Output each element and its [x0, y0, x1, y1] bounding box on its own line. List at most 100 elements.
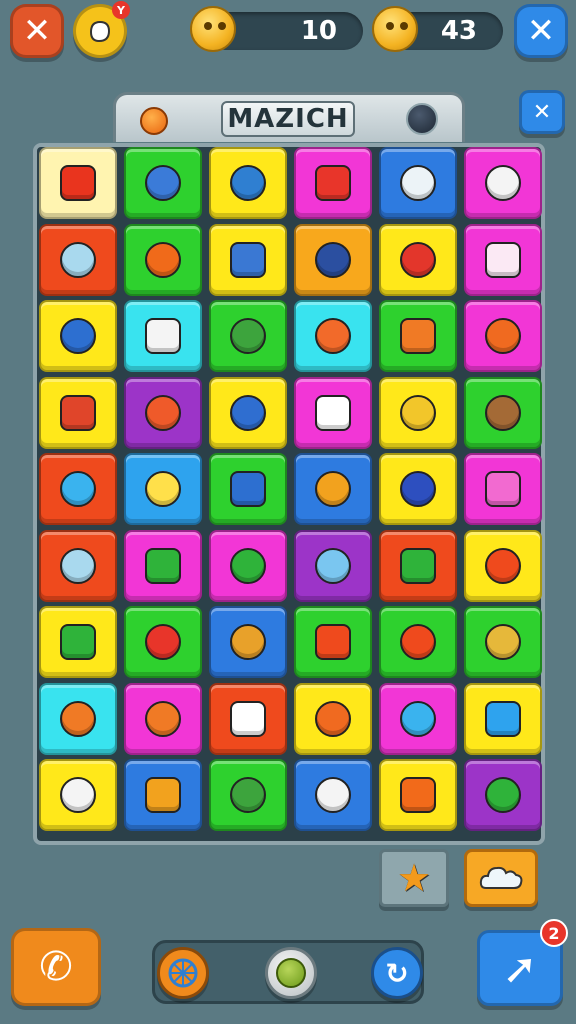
gem-icon [400, 624, 436, 660]
tile[interactable] [464, 223, 542, 296]
tile[interactable] [379, 376, 457, 449]
tile[interactable] [39, 606, 117, 678]
tile[interactable] [294, 300, 372, 372]
coin-count-right: 43 [440, 16, 477, 46]
house-icon [230, 318, 266, 354]
phone-button[interactable]: ✆ [11, 928, 101, 1006]
tile[interactable] [124, 376, 202, 449]
tile[interactable] [464, 759, 542, 831]
tile[interactable] [209, 759, 287, 831]
center-knob-button[interactable] [265, 947, 317, 999]
wheel-icon [230, 624, 266, 660]
refresh-button[interactable]: ↻ [371, 947, 423, 999]
tile[interactable] [379, 300, 457, 372]
laptop-icon [400, 394, 436, 431]
monitor-icon [315, 241, 351, 278]
tile[interactable] [124, 529, 202, 602]
tile[interactable] [209, 376, 287, 449]
tile[interactable] [39, 376, 117, 449]
tile[interactable] [124, 453, 202, 525]
tile[interactable] [379, 759, 457, 831]
tile[interactable] [124, 682, 202, 755]
tile[interactable] [464, 682, 542, 755]
tile[interactable] [464, 300, 542, 372]
wheel-icon [168, 958, 198, 988]
board-icon [230, 777, 266, 813]
face-icon [230, 700, 266, 737]
board-title: MAZICH [221, 101, 355, 137]
tile[interactable] [124, 147, 202, 219]
carrot-icon [145, 394, 181, 431]
tile[interactable] [124, 300, 202, 372]
tile[interactable] [39, 300, 117, 372]
flower-icon [400, 471, 436, 507]
tile[interactable] [39, 147, 117, 219]
tile[interactable] [209, 529, 287, 602]
exit-button[interactable]: ✕ [514, 4, 568, 58]
coin-bag-icon [190, 6, 236, 52]
tile[interactable] [39, 529, 117, 602]
tile[interactable] [294, 759, 372, 831]
tile[interactable] [294, 223, 372, 296]
tile[interactable] [379, 606, 457, 678]
wheel-button[interactable] [157, 947, 209, 999]
leaf-icon [400, 700, 436, 737]
star-booster-button[interactable]: ★ [379, 849, 449, 907]
tile[interactable] [209, 223, 287, 296]
tile[interactable] [464, 529, 542, 602]
pudding-icon [145, 777, 181, 813]
tile[interactable] [124, 759, 202, 831]
tomato-icon [145, 241, 181, 278]
tile[interactable] [294, 682, 372, 755]
tile[interactable] [124, 606, 202, 678]
bowl-icon [230, 241, 266, 278]
tile[interactable] [379, 147, 457, 219]
bottom-toolbar: ↻ [152, 940, 424, 1004]
tile[interactable] [294, 147, 372, 219]
tile[interactable] [39, 223, 117, 296]
shuffle-button[interactable]: ✕ [519, 90, 565, 134]
board-header: MAZICH [113, 92, 465, 142]
tile[interactable] [39, 453, 117, 525]
tile[interactable] [464, 606, 542, 678]
tile[interactable] [209, 300, 287, 372]
notice-button[interactable]: Y [73, 1, 130, 58]
tile[interactable] [209, 606, 287, 678]
close-icon: ✕ [526, 11, 556, 51]
tile[interactable] [294, 453, 372, 525]
magnifier-icon [485, 777, 521, 813]
tile[interactable] [209, 682, 287, 755]
gear-face-icon [230, 471, 266, 507]
tile[interactable] [464, 147, 542, 219]
tile[interactable] [379, 223, 457, 296]
tile[interactable] [294, 606, 372, 678]
tile[interactable] [39, 759, 117, 831]
cactus-icon [145, 547, 181, 584]
tile[interactable] [209, 453, 287, 525]
tile[interactable] [379, 453, 457, 525]
share-badge: 2 [540, 919, 568, 947]
close-button[interactable]: ✕ [10, 4, 64, 58]
share-button[interactable]: ➚ 2 [477, 919, 568, 1006]
camera-icon [400, 547, 436, 584]
sun-icon [60, 165, 96, 201]
tile[interactable] [464, 453, 542, 525]
robot-face-icon [60, 241, 96, 278]
cloud-face-icon [485, 471, 521, 507]
crab-icon [145, 624, 181, 660]
pencil-icon [145, 165, 181, 201]
tile[interactable] [464, 376, 542, 449]
tile[interactable] [379, 529, 457, 602]
tile[interactable] [39, 682, 117, 755]
tile[interactable] [294, 529, 372, 602]
calendar-icon [485, 165, 521, 201]
tile-board [33, 143, 545, 845]
tile[interactable] [379, 682, 457, 755]
key-icon [60, 318, 96, 354]
cloud-booster-button[interactable] [464, 849, 538, 907]
tile[interactable] [124, 223, 202, 296]
ice-cream-icon [315, 394, 351, 431]
tile[interactable] [294, 376, 372, 449]
knob-icon [276, 958, 306, 988]
tile[interactable] [209, 147, 287, 219]
